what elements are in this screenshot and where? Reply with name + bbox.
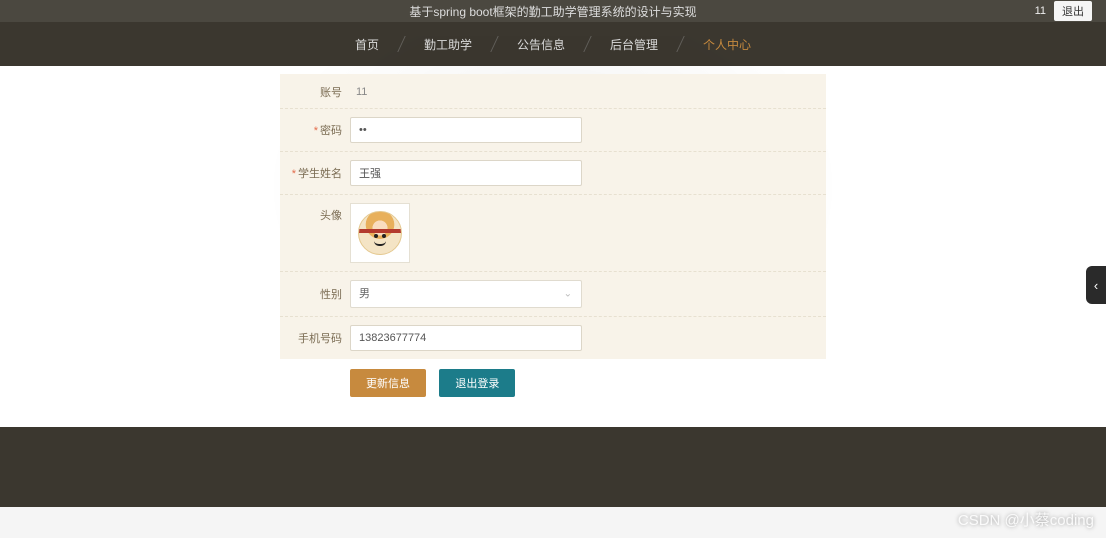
nav-separator	[490, 36, 498, 52]
nav-profile[interactable]: 个人中心	[685, 22, 769, 66]
profile-form: 账号 11 *密码 *学生姓名 头像 性别	[280, 66, 826, 407]
label-student-name: *学生姓名	[280, 165, 342, 181]
nav-home[interactable]: 首页	[337, 22, 397, 66]
gender-select[interactable]: 男	[350, 280, 582, 308]
value-account: 11	[350, 86, 367, 98]
page-body: 账号 11 *密码 *学生姓名 头像 性别	[0, 66, 1106, 427]
page-footer	[0, 427, 1106, 507]
button-row: 更新信息 退出登录	[280, 359, 826, 407]
app-title: 基于spring boot框架的勤工助学管理系统的设计与实现	[409, 3, 696, 20]
nav-workstudy[interactable]: 勤工助学	[406, 22, 490, 66]
main-nav: 首页 勤工助学 公告信息 后台管理 个人中心	[0, 22, 1106, 66]
row-password: *密码	[280, 108, 826, 151]
nav-announcement[interactable]: 公告信息	[499, 22, 583, 66]
nav-separator	[397, 36, 405, 52]
label-account: 账号	[280, 84, 342, 100]
student-name-field[interactable]	[350, 160, 582, 186]
update-button[interactable]: 更新信息	[350, 369, 426, 397]
nav-separator	[676, 36, 684, 52]
phone-field[interactable]	[350, 325, 582, 351]
side-drawer-toggle[interactable]: ‹	[1086, 266, 1106, 304]
avatar-upload[interactable]	[350, 203, 410, 263]
logout-button[interactable]: 退出	[1054, 1, 1092, 21]
password-field[interactable]	[350, 117, 582, 143]
current-user: 11	[1035, 5, 1046, 17]
row-phone: 手机号码	[280, 316, 826, 359]
watermark: CSDN @小蔡coding	[958, 509, 1094, 530]
row-avatar: 头像	[280, 194, 826, 271]
label-phone: 手机号码	[280, 330, 342, 346]
row-account: 账号 11	[280, 74, 826, 108]
row-gender: 性别 男 ⌄	[280, 271, 826, 316]
row-student-name: *学生姓名	[280, 151, 826, 194]
label-gender: 性别	[280, 286, 342, 302]
nav-admin[interactable]: 后台管理	[592, 22, 676, 66]
nav-bar: 首页 勤工助学 公告信息 后台管理 个人中心	[337, 22, 769, 66]
avatar-image	[358, 211, 402, 255]
top-header: 基于spring boot框架的勤工助学管理系统的设计与实现 11 退出	[0, 0, 1106, 22]
header-right: 11 退出	[1035, 1, 1092, 21]
label-avatar: 头像	[280, 203, 342, 223]
label-password: *密码	[280, 122, 342, 138]
logout-form-button[interactable]: 退出登录	[439, 369, 515, 397]
nav-separator	[583, 36, 591, 52]
chevron-left-icon: ‹	[1094, 278, 1098, 293]
